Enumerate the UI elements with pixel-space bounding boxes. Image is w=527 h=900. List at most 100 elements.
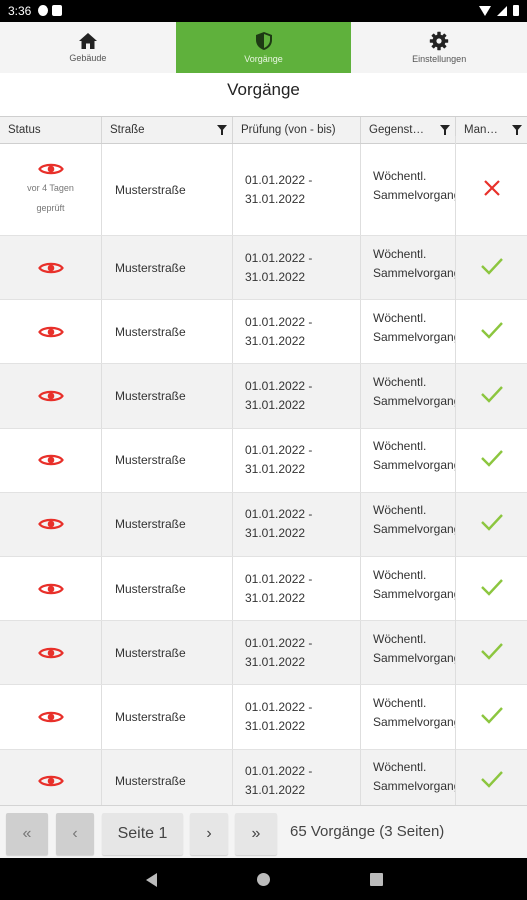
- status-cell: [0, 556, 102, 621]
- street-cell: Musterstraße: [102, 685, 233, 749]
- subject-line-1: Wöchentl.: [373, 310, 427, 325]
- check-icon: [480, 578, 503, 596]
- table-row[interactable]: Musterstraße 01.01.2022 - 31.01.2022 Wöchen…: [0, 484, 527, 557]
- column-header-label: Prüfung (von - bis): [241, 124, 336, 136]
- street-text: Musterstraße: [115, 581, 186, 596]
- page-indicator: Seite 1: [102, 813, 183, 855]
- subject-line-1: Wöchentl.: [373, 567, 427, 582]
- table-row[interactable]: Musterstraße 01.01.2022 - 31.01.2022 Wöchen…: [0, 420, 527, 493]
- sd-card-icon: [52, 5, 62, 16]
- tab-vorgaenge[interactable]: Vorgänge: [175, 22, 352, 73]
- eye-icon: [37, 583, 64, 594]
- subject-line-1: Wöchentl.: [373, 760, 427, 775]
- status-cell: [0, 685, 102, 749]
- top-navigation: Gebäude Vorgänge Einstellungen: [0, 22, 527, 73]
- eye-icon: [37, 262, 64, 273]
- subject-line-2: Sammelvorgang: [373, 458, 456, 473]
- home-button-icon[interactable]: [257, 873, 270, 886]
- period-from: 01.01.2022 -: [245, 507, 313, 522]
- column-header-street[interactable]: Straße: [102, 117, 233, 143]
- subject-line-1: Wöchentl.: [373, 439, 427, 454]
- back-icon[interactable]: [146, 873, 157, 887]
- column-header-label: Gegenst…: [369, 124, 424, 136]
- subject-line-1: Wöchentl.: [373, 246, 427, 261]
- check-icon: [480, 386, 503, 403]
- period-cell: 01.01.2022 - 31.01.2022: [233, 556, 361, 621]
- filter-icon[interactable]: [440, 125, 450, 135]
- tab-einstellungen[interactable]: Einstellungen: [351, 22, 527, 73]
- filter-icon[interactable]: [217, 125, 227, 135]
- check-icon: [480, 771, 503, 788]
- table-row[interactable]: Musterstraße 01.01.2022 - 31.01.2022 Wöchen…: [0, 677, 527, 750]
- period-cell: 01.01.2022 - 31.01.2022: [233, 749, 361, 805]
- period-cell: 01.01.2022 - 31.01.2022: [233, 685, 361, 749]
- period-to: 31.01.2022: [245, 191, 306, 206]
- defects-cell: [456, 232, 527, 299]
- defects-cell: [456, 489, 527, 556]
- table-row[interactable]: Musterstraße 01.01.2022 - 31.01.2022 Wöchen…: [0, 356, 527, 429]
- table-row[interactable]: Musterstraße 01.01.2022 - 31.01.2022 Wöchen…: [0, 613, 527, 686]
- first-page-button[interactable]: «: [6, 813, 48, 855]
- status-cell: [0, 492, 102, 556]
- table-row[interactable]: Musterstraße 01.01.2022 - 31.01.2022 Wöchen…: [0, 741, 527, 805]
- period-from: 01.01.2022 -: [245, 314, 313, 329]
- table-row[interactable]: vor 4 Tagen geprüft Musterstraße 01.01.2022…: [0, 136, 527, 236]
- subject-cell: Wöchentl. Sammelvorgang: [361, 356, 456, 428]
- recent-apps-icon[interactable]: [370, 873, 383, 886]
- table-row[interactable]: Musterstraße 01.01.2022 - 31.01.2022 Wöchen…: [0, 548, 527, 622]
- column-header-status[interactable]: Status: [0, 117, 102, 143]
- check-icon: [480, 450, 503, 467]
- street-text: Musterstraße: [115, 709, 186, 724]
- street-text: Musterstraße: [115, 260, 186, 275]
- tab-einstellungen-label: Einstellungen: [412, 54, 467, 64]
- eye-icon: [37, 775, 64, 787]
- table-row[interactable]: Musterstraße 01.01.2022 - 31.01.2022 Wöchen…: [0, 228, 527, 301]
- subject-line-2: Sammelvorgang: [373, 779, 456, 794]
- next-page-button[interactable]: ›: [190, 813, 228, 855]
- subject-cell: Wöchentl. Sammelvorgang: [361, 420, 456, 492]
- defects-cell: [456, 553, 527, 620]
- subject-line-2: Sammelvorgang: [373, 265, 456, 280]
- period-from: 01.01.2022 -: [245, 172, 313, 187]
- column-header-label: Man…: [464, 124, 498, 136]
- subject-cell: Wöchentl. Sammelvorgang: [361, 548, 456, 621]
- street-cell: Musterstraße: [102, 364, 233, 428]
- home-icon: [78, 33, 97, 49]
- status-note: geprüft: [36, 202, 65, 213]
- tab-gebaeude[interactable]: Gebäude: [0, 22, 176, 73]
- period-to: 31.01.2022: [245, 590, 306, 605]
- battery-icon: [513, 5, 519, 16]
- table-row[interactable]: Musterstraße 01.01.2022 - 31.01.2022 Wöchen…: [0, 292, 527, 365]
- period-from: 01.01.2022 -: [245, 378, 313, 393]
- period-to: 31.01.2022: [245, 526, 306, 541]
- period-cell: 01.01.2022 - 31.01.2022: [233, 236, 361, 300]
- table-body: vor 4 Tagen geprüft Musterstraße 01.01.2022…: [0, 136, 527, 805]
- status-cell: [0, 428, 102, 492]
- signal-icon: [497, 5, 507, 16]
- status-cell: [0, 749, 102, 805]
- period-from: 01.01.2022 -: [245, 764, 313, 779]
- status-time: 3:36: [8, 4, 32, 18]
- defects-cell: [456, 140, 527, 235]
- street-cell: Musterstraße: [102, 300, 233, 364]
- street-text: Musterstraße: [115, 517, 186, 532]
- tab-vorgaenge-label: Vorgänge: [244, 54, 283, 64]
- eye-icon: [37, 711, 64, 723]
- filter-icon[interactable]: [512, 125, 522, 135]
- system-navigation-bar: [0, 858, 527, 900]
- period-cell: 01.01.2022 - 31.01.2022: [233, 364, 361, 428]
- period-to: 31.01.2022: [245, 397, 306, 412]
- subject-line-2: Sammelvorgang: [373, 586, 456, 601]
- period-cell: 01.01.2022 - 31.01.2022: [233, 300, 361, 364]
- check-icon: [480, 321, 503, 339]
- eye-icon: [37, 163, 64, 174]
- column-header-period[interactable]: Prüfung (von - bis): [233, 117, 361, 143]
- last-page-button[interactable]: »: [235, 813, 277, 855]
- previous-page-button[interactable]: ‹: [56, 813, 94, 855]
- eye-icon: [37, 390, 64, 402]
- subject-line-1: Wöchentl.: [373, 374, 427, 389]
- check-icon: [480, 707, 503, 724]
- defects-cell: [456, 617, 527, 684]
- subject-line-2: Sammelvorgang: [373, 187, 456, 202]
- defects-cell: [456, 681, 527, 748]
